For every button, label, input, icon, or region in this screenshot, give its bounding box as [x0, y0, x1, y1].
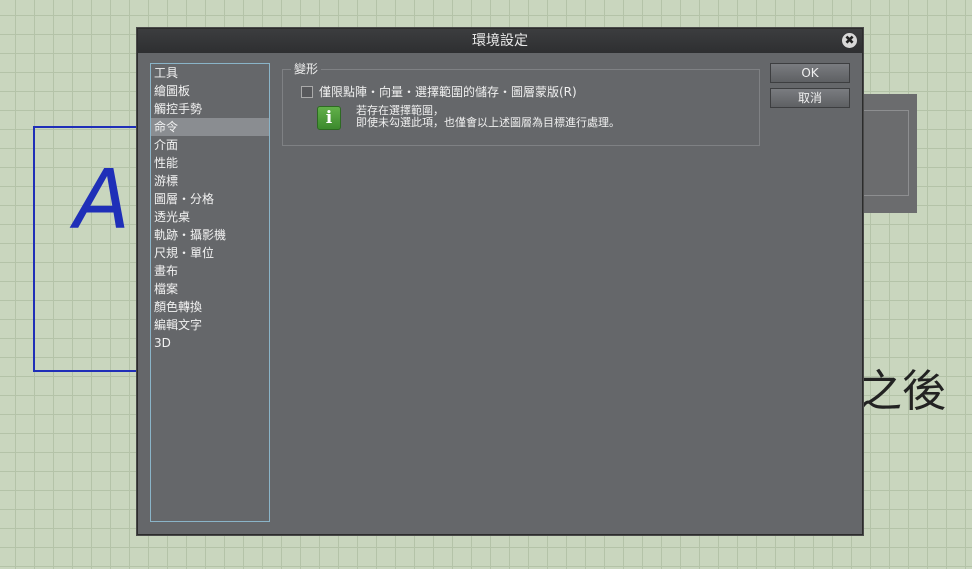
background-panel: [858, 94, 917, 213]
sidebar-item-layer-frame[interactable]: 圖層・分格: [151, 190, 269, 208]
sidebar-item-light-table[interactable]: 透光桌: [151, 208, 269, 226]
dialog-title: 環境設定: [472, 33, 528, 49]
cancel-button[interactable]: 取消: [770, 88, 850, 108]
section-legend: 變形: [291, 61, 322, 77]
canvas-letter: A: [74, 153, 131, 248]
sidebar-item-edit-text[interactable]: 編輯文字: [151, 316, 269, 334]
transform-option-checkbox[interactable]: [301, 85, 313, 98]
transform-section: 變形 僅限點陣・向量・選擇範圍的儲存・圖層蒙版(R) i 若存在選擇範圍， 即使…: [282, 61, 760, 146]
info-text: 若存在選擇範圍， 即使未勾選此項，也僅會以上述圖層為目標進行處理。: [356, 105, 620, 129]
category-list: 工具 繪圖板 觸控手勢 命令 介面 性能 游標 圖層・分格 透光桌 軌跡・攝影機…: [150, 63, 270, 522]
transform-option-label[interactable]: 僅限點陣・向量・選擇範圍的儲存・圖層蒙版(R): [319, 83, 577, 100]
sidebar-item-touch-gesture[interactable]: 觸控手勢: [151, 100, 269, 118]
dialog-titlebar[interactable]: 環境設定 ✖: [138, 29, 862, 53]
info-icon: i: [317, 106, 341, 130]
sidebar-item-canvas[interactable]: 畫布: [151, 262, 269, 280]
sidebar-item-color-conversion[interactable]: 顏色轉換: [151, 298, 269, 316]
sidebar-item-tablet[interactable]: 繪圖板: [151, 82, 269, 100]
sidebar-item-ruler-unit[interactable]: 尺規・單位: [151, 244, 269, 262]
close-icon[interactable]: ✖: [842, 33, 857, 48]
sidebar-item-cursor[interactable]: 游標: [151, 172, 269, 190]
sidebar-item-file[interactable]: 檔案: [151, 280, 269, 298]
sidebar-item-timeline-camera[interactable]: 軌跡・攝影機: [151, 226, 269, 244]
sidebar-item-command[interactable]: 命令: [151, 118, 269, 136]
sidebar-item-tools[interactable]: 工具: [151, 64, 269, 82]
sidebar-item-3d[interactable]: 3D: [151, 334, 269, 352]
sidebar-item-interface[interactable]: 介面: [151, 136, 269, 154]
ok-button[interactable]: OK: [770, 63, 850, 83]
sidebar-item-performance[interactable]: 性能: [151, 154, 269, 172]
canvas-text: 之後: [858, 366, 946, 417]
info-text-line-2: 即使未勾選此項，也僅會以上述圖層為目標進行處理。: [356, 116, 620, 129]
preferences-dialog: 環境設定 ✖ 工具 繪圖板 觸控手勢 命令 介面 性能 游標 圖層・分格 透光桌…: [137, 28, 863, 535]
background-panel-frame: [858, 110, 909, 196]
transform-option-row[interactable]: 僅限點陣・向量・選擇範圍的儲存・圖層蒙版(R): [301, 83, 577, 100]
